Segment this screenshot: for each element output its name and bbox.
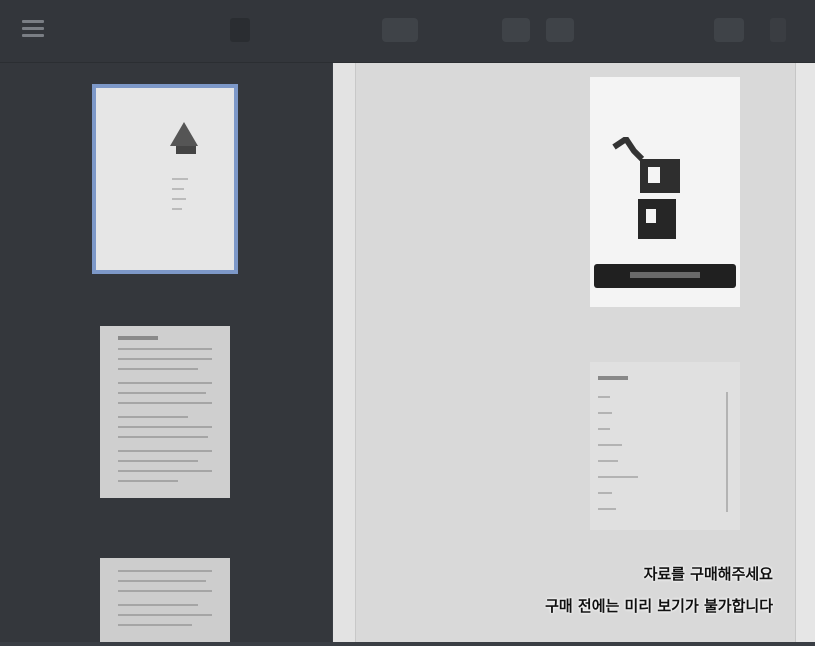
toolbar-separator (230, 18, 250, 42)
purchase-notice-title: 자료를 구매해주세요 (643, 565, 773, 583)
zoom-out-button[interactable] (336, 18, 356, 42)
thumbnail-preview (118, 336, 212, 482)
page-number-field[interactable] (268, 18, 300, 42)
toolbar (0, 0, 815, 63)
download-icon[interactable] (668, 18, 690, 42)
thumbnail-preview (118, 570, 212, 626)
purchase-notice-message: 구매 전에는 미리 보기가 불가합니다 (545, 597, 773, 615)
page-thumbnail-1[interactable] (92, 84, 238, 274)
cover-banner (594, 264, 736, 288)
thumbnail-preview (170, 122, 198, 210)
rotate-button[interactable] (546, 18, 574, 42)
menu-icon[interactable] (22, 20, 44, 38)
contents-page (590, 362, 740, 530)
page-thumbnail-2[interactable] (100, 326, 230, 498)
next-page-edge (795, 63, 815, 642)
document-viewer[interactable] (333, 63, 815, 642)
cover-title-graphic (612, 137, 680, 239)
previous-page-edge (333, 63, 356, 642)
zoom-level-button[interactable] (382, 18, 418, 42)
page-thumbnail-3[interactable] (100, 558, 230, 642)
fit-page-button[interactable] (502, 18, 530, 42)
zoom-in-button[interactable] (444, 18, 464, 42)
print-icon[interactable] (714, 18, 744, 42)
more-options-icon[interactable] (770, 18, 786, 42)
